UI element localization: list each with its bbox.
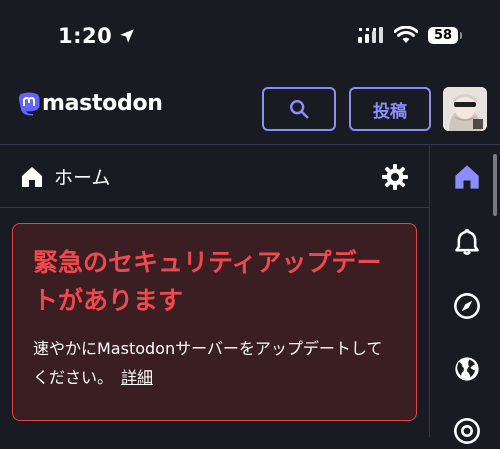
security-alert: 緊急のセキュリティアップデートがあります 速やかにMastodonサーバーをアッ… (12, 223, 417, 421)
nav-mentions[interactable] (453, 417, 481, 445)
column-title: ホーム (20, 163, 110, 190)
nav-home[interactable] (453, 163, 481, 191)
avatar[interactable] (443, 87, 487, 131)
search-icon (290, 100, 309, 119)
column-header[interactable]: ホーム (0, 145, 430, 208)
search-button[interactable] (262, 87, 336, 131)
home-icon (22, 166, 42, 187)
mastodon-logo[interactable]: mastodon (18, 91, 163, 116)
signal-icon (358, 27, 383, 43)
logo-text: mastodon (42, 91, 163, 116)
nav-notifications[interactable] (453, 228, 481, 256)
status-bar: 1:20 58 (0, 0, 500, 76)
battery-icon: 58 (428, 26, 462, 44)
battery-level: 58 (433, 27, 453, 43)
clock: 1:20 (58, 24, 113, 48)
status-time: 1:20 (58, 24, 136, 48)
at-icon (454, 418, 480, 444)
home-icon (455, 165, 479, 189)
nav-federated[interactable] (453, 355, 481, 383)
alert-message: 速やかにMastodonサーバーをアップデートしてください。 (33, 339, 383, 387)
avatar-image (443, 87, 487, 131)
column-settings-button[interactable] (381, 163, 409, 191)
bell-icon (455, 229, 479, 255)
nav-explore[interactable] (453, 292, 481, 320)
alert-title: 緊急のセキュリティアップデートがあります (33, 248, 382, 315)
compass-icon (454, 293, 480, 319)
status-icons: 58 (358, 26, 462, 44)
location-arrow-icon (120, 29, 134, 43)
mastodon-logo-icon (18, 92, 40, 116)
details-link[interactable]: 詳細 (121, 368, 153, 387)
column-title-label: ホーム (54, 167, 111, 189)
home-column: ホーム 緊急のセキュリティアップデートがあります 速やかにMastodonサーバ… (0, 145, 430, 437)
globe-icon (455, 357, 479, 381)
wifi-icon (394, 26, 418, 43)
side-navigation (431, 145, 500, 444)
top-navigation: mastodon 投稿 (0, 76, 500, 216)
gear-icon (382, 164, 408, 190)
post-button[interactable]: 投稿 (349, 87, 431, 131)
alert-body: 速やかにMastodonサーバーをアップデートしてください。 詳細 (33, 334, 396, 392)
